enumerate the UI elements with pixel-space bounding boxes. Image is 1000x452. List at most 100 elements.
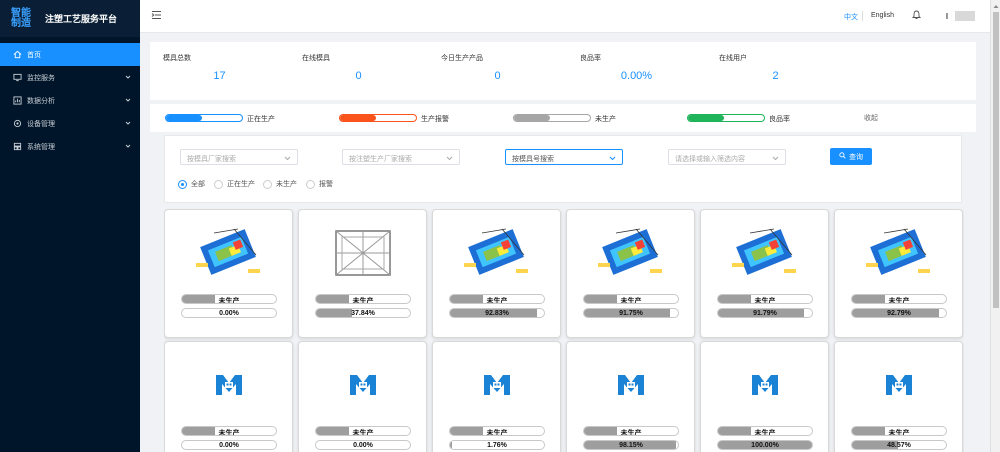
injection-maker-select[interactable]: 按注塑生产厂家搜索 xyxy=(342,149,460,165)
mold-card[interactable]: 未生产 37.84% xyxy=(298,209,427,338)
mold-maker-select[interactable]: 按模具厂家搜索 xyxy=(180,149,298,165)
sidebar-item-label: 系统管理 xyxy=(27,143,55,151)
stat-label: 良品率 xyxy=(580,55,601,62)
sidebar-item-system[interactable]: 系统管理 xyxy=(0,135,140,158)
bell-icon[interactable] xyxy=(911,10,922,22)
radio-idle[interactable]: 未生产 xyxy=(263,179,297,189)
yield-text: 48.57% xyxy=(887,442,911,449)
sidebar: 智能 制造 注塑工艺服务平台 首页 监控服务 数据分析 设备管理 系统管理 xyxy=(0,0,140,452)
legend-label: 生产报警 xyxy=(421,116,449,123)
mold-card[interactable]: 未生产 92.83% xyxy=(432,209,561,338)
brand[interactable]: 智能 制造 注塑工艺服务平台 xyxy=(0,0,140,37)
sidebar-item-monitor[interactable]: 监控服务 xyxy=(0,66,140,89)
status-text: 未生产 xyxy=(620,430,642,436)
avatar[interactable] xyxy=(955,11,975,21)
legend-label: 良品率 xyxy=(769,116,790,123)
mold-number-select[interactable]: 按模具号搜索 xyxy=(505,149,623,165)
mold-card[interactable]: 未生产 0.00% xyxy=(298,341,427,452)
yield-text: 91.75% xyxy=(619,310,643,317)
top-header: 中文 English xyxy=(140,0,990,33)
radio-producing[interactable]: 正在生产 xyxy=(214,179,255,189)
divider xyxy=(862,11,863,21)
select-placeholder: 按模具号搜索 xyxy=(512,156,554,163)
yield-rate-bar: 1.76% xyxy=(449,440,545,450)
yield-rate-bar: 92.83% xyxy=(449,308,545,318)
yield-text: 100.00% xyxy=(751,442,779,449)
mold-card-grid: 未生产 0.00% 未生产 37.84% 未生产 92.83% 未生产 91.75% 未生产 91… xyxy=(164,209,964,452)
query-button[interactable]: 查询 xyxy=(830,148,872,165)
legend-label: 正在生产 xyxy=(247,116,275,123)
more-icon[interactable] xyxy=(946,13,948,19)
mold-card[interactable]: 未生产 1.76% xyxy=(432,341,561,452)
yield-text: 92.79% xyxy=(887,310,911,317)
status-text: 未生产 xyxy=(218,298,240,304)
yield-rate-bar: 0.00% xyxy=(181,440,277,450)
production-status-bar: 未生产 xyxy=(851,294,947,304)
page-scrollbar[interactable] xyxy=(990,0,1000,452)
yield-text: 98.15% xyxy=(619,442,643,449)
placeholder-logo-icon xyxy=(452,350,542,420)
sidebar-item-analysis[interactable]: 数据分析 xyxy=(0,89,140,112)
mold-card[interactable]: 未生产 48.57% xyxy=(834,341,963,452)
radio-label: 全部 xyxy=(191,181,205,188)
user-group-icon xyxy=(12,142,22,152)
mold-card[interactable]: 未生产 91.75% xyxy=(566,209,695,338)
yield-text: 92.83% xyxy=(485,310,509,317)
stats-panel: 模具总数 17 在线模具 0 今日生产产品 0 良品率 0.00% 在线用户 2 xyxy=(150,42,976,100)
mold-card[interactable]: 未生产 92.79% xyxy=(834,209,963,338)
yield-text: 91.79% xyxy=(753,310,777,317)
menu-toggle-icon[interactable] xyxy=(151,10,162,22)
filter-content-select[interactable]: 请选择或输入筛选内容 xyxy=(668,149,786,165)
sidebar-item-label: 设备管理 xyxy=(27,120,55,128)
sidebar-item-devices[interactable]: 设备管理 xyxy=(0,112,140,135)
mold-card[interactable]: 未生产 98.15% xyxy=(566,341,695,452)
mold-card[interactable]: 未生产 100.00% xyxy=(700,341,829,452)
select-placeholder: 按模具厂家搜索 xyxy=(187,156,236,163)
yield-rate-bar: 100.00% xyxy=(717,440,813,450)
gear-icon xyxy=(12,119,22,129)
radio-dot xyxy=(214,179,223,189)
mold-thumbnail xyxy=(586,218,676,288)
mold-card[interactable]: 未生产 0.00% xyxy=(164,209,293,338)
mold-thumbnail xyxy=(318,218,408,288)
yield-rate-bar: 37.84% xyxy=(315,308,411,318)
yield-rate-bar: 0.00% xyxy=(181,308,277,318)
mold-thumbnail xyxy=(184,218,274,288)
lang-en-button[interactable]: English xyxy=(871,12,894,19)
placeholder-logo-icon xyxy=(586,350,676,420)
legend-swatch xyxy=(687,114,765,122)
chevron-down-icon xyxy=(284,154,291,163)
stat-label: 模具总数 xyxy=(163,55,191,62)
scrollbar-thumb[interactable] xyxy=(993,12,999,308)
production-status-bar: 未生产 xyxy=(583,426,679,436)
placeholder-logo-icon xyxy=(720,350,810,420)
yield-text: 0.00% xyxy=(219,310,239,317)
sidebar-item-home[interactable]: 首页 xyxy=(0,43,140,66)
lang-zh-button[interactable]: 中文 xyxy=(844,12,858,22)
chevron-down-icon xyxy=(125,120,131,128)
radio-dot xyxy=(263,179,272,189)
radio-dot xyxy=(306,179,315,189)
select-placeholder: 请选择或输入筛选内容 xyxy=(675,156,745,163)
legend-swatch xyxy=(339,114,417,122)
scroll-up-icon[interactable] xyxy=(993,2,999,11)
radio-label: 正在生产 xyxy=(227,181,255,188)
mold-card[interactable]: 未生产 0.00% xyxy=(164,341,293,452)
legend-label: 未生产 xyxy=(595,116,616,123)
radio-all[interactable]: 全部 xyxy=(178,179,205,189)
select-placeholder: 按注塑生产厂家搜索 xyxy=(349,156,412,163)
production-status-bar: 未生产 xyxy=(315,426,411,436)
radio-label: 未生产 xyxy=(276,181,297,188)
production-status-bar: 未生产 xyxy=(181,294,277,304)
radio-alarm[interactable]: 报警 xyxy=(306,179,333,189)
legend-swatch xyxy=(513,114,591,122)
stat-value: 0 xyxy=(494,70,501,82)
mold-thumbnail xyxy=(452,218,542,288)
mold-card[interactable]: 未生产 91.79% xyxy=(700,209,829,338)
yield-rate-bar: 91.75% xyxy=(583,308,679,318)
production-status-bar: 未生产 xyxy=(717,426,813,436)
collapse-button[interactable]: 收起 xyxy=(864,113,878,123)
stat-label: 在线模具 xyxy=(302,55,330,62)
monitor-icon xyxy=(12,73,22,83)
sidebar-item-label: 数据分析 xyxy=(27,97,55,105)
